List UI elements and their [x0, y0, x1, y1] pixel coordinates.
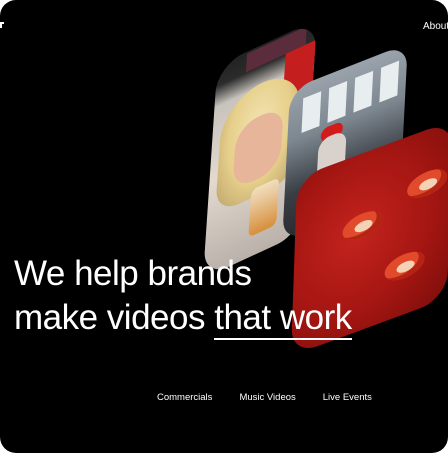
hero-section: About We help brands make videos that wo… — [0, 0, 448, 453]
hero-headline: We help brands make videos that work — [14, 252, 352, 340]
headline-highlight: that work — [214, 298, 352, 340]
headline-line-2-text: make videos — [14, 298, 205, 337]
nav-about-link[interactable]: About — [423, 21, 448, 32]
category-link-music-videos[interactable]: Music Videos — [239, 392, 295, 403]
category-link-commercials[interactable]: Commercials — [157, 392, 212, 403]
category-link-live-events[interactable]: Live Events — [323, 392, 372, 403]
category-links: Commercials Music Videos Live Events — [157, 392, 372, 403]
logo-mark[interactable] — [0, 22, 4, 28]
headline-line-2: make videos that work — [14, 296, 352, 340]
headline-line-1: We help brands — [14, 254, 252, 293]
